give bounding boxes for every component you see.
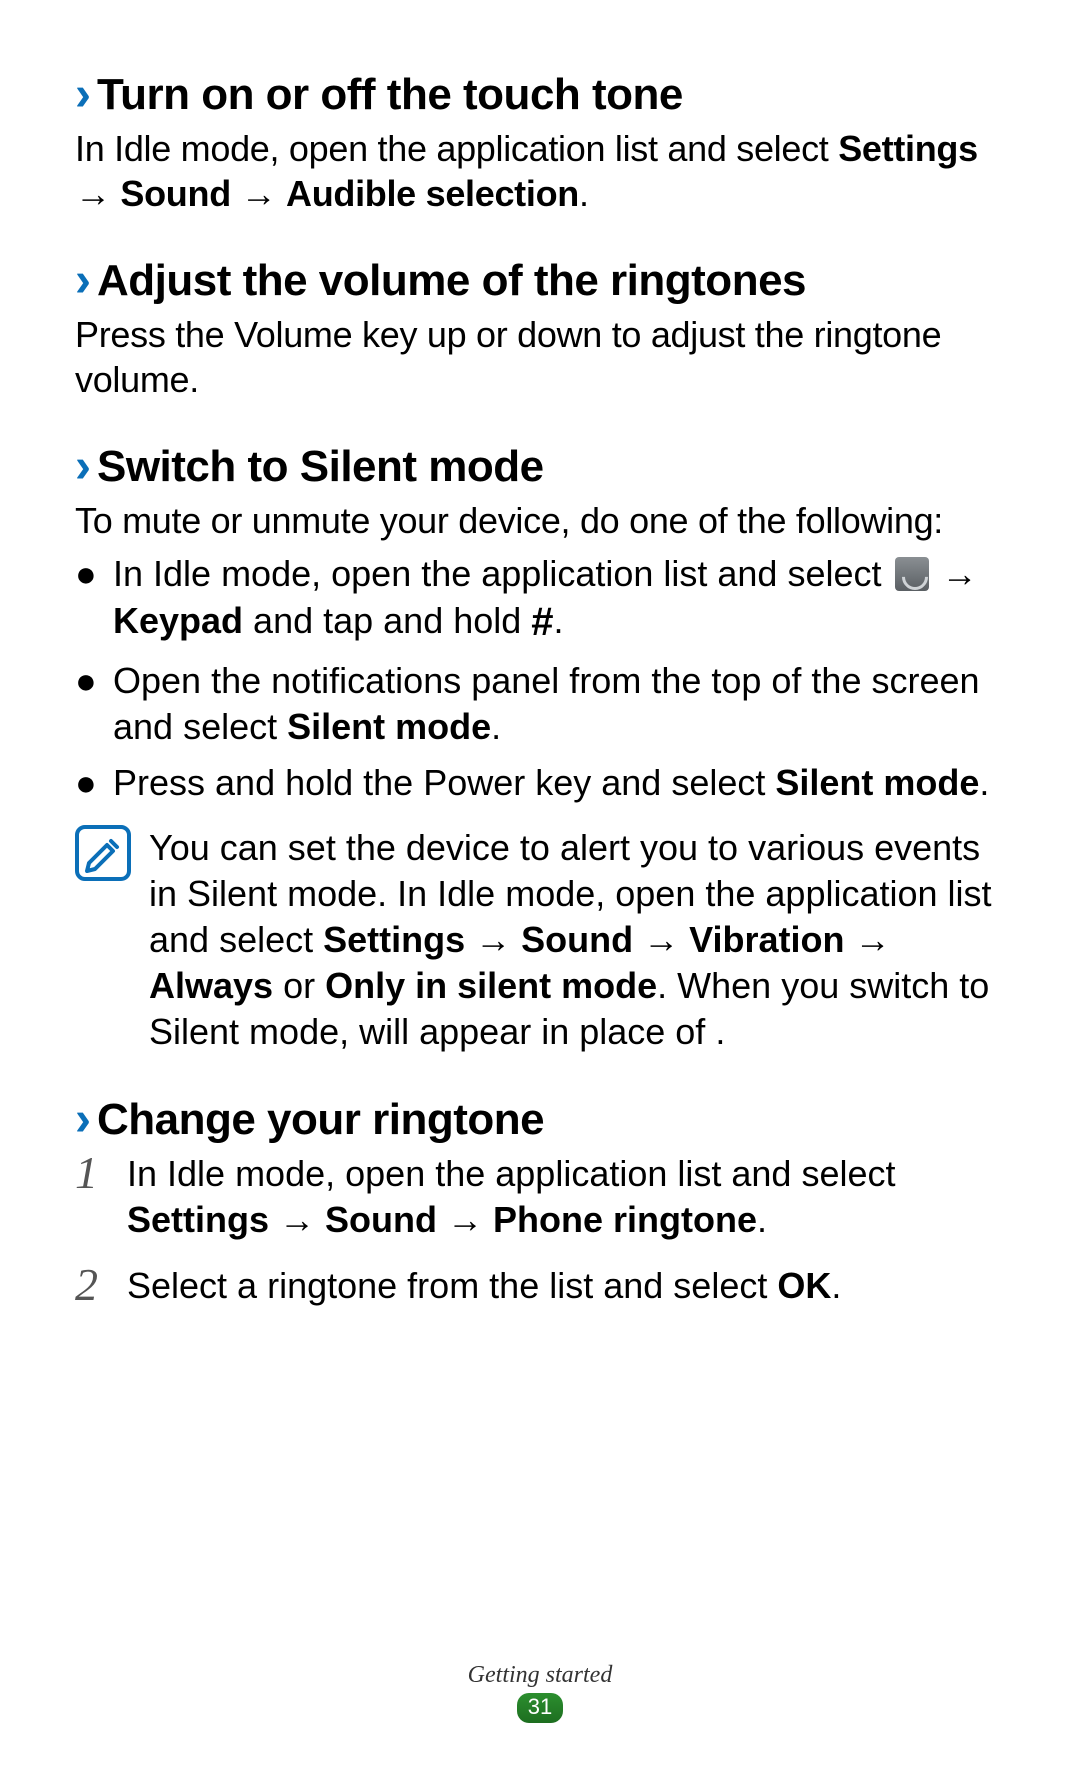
list-item: ● Open the notifications panel from the …: [75, 658, 1020, 750]
bold-text: Keypad: [113, 600, 243, 641]
list-item: 2 Select a ringtone from the list and se…: [75, 1263, 1020, 1309]
text: Press and hold the Power key and select: [113, 762, 775, 803]
intro-text: To mute or unmute your device, do one of…: [75, 498, 1020, 543]
arrow: →: [269, 1199, 325, 1240]
arrow: →: [465, 919, 521, 960]
phone-icon: [895, 557, 929, 591]
text: or: [273, 965, 325, 1006]
bold-text: Settings: [838, 128, 978, 169]
chevron-right-icon: ›: [75, 257, 91, 305]
text: .: [979, 762, 989, 803]
bold-text: Always: [149, 965, 273, 1006]
text: .: [579, 173, 589, 214]
bullet-dot: ●: [75, 658, 113, 750]
text: In Idle mode, open the application list …: [113, 553, 892, 594]
list-item: ● Press and hold the Power key and selec…: [75, 760, 1020, 806]
text: In Idle mode, open the application list …: [127, 1153, 896, 1194]
section-touch-tone: › Turn on or off the touch tone In Idle …: [75, 70, 1020, 216]
bullet-content: Press and hold the Power key and select …: [113, 760, 1020, 806]
heading: › Change your ringtone: [75, 1095, 1020, 1145]
text: and tap and hold: [243, 600, 531, 641]
footer-section-label: Getting started: [0, 1662, 1080, 1689]
bullet-list: ● In Idle mode, open the application lis…: [75, 551, 1020, 807]
list-item: ● In Idle mode, open the application lis…: [75, 551, 1020, 648]
heading-text: Switch to Silent mode: [97, 442, 544, 492]
arrow: →: [932, 553, 978, 594]
arrow: →: [633, 919, 689, 960]
page-footer: Getting started 31: [0, 1662, 1080, 1723]
page-number-badge: 31: [517, 1693, 563, 1723]
text: .: [757, 1199, 767, 1240]
text: .: [831, 1265, 841, 1306]
bold-text: Settings: [323, 919, 465, 960]
bullet-content: Open the notifications panel from the to…: [113, 658, 1020, 750]
arrow: →: [845, 919, 891, 960]
arrow: →: [437, 1199, 493, 1240]
body-text: Press the Volume key up or down to adjus…: [75, 312, 1020, 402]
bold-text: Audible selection: [286, 173, 579, 214]
heading-text: Adjust the volume of the ringtones: [97, 256, 806, 306]
bullet-content: In Idle mode, open the application list …: [113, 551, 1020, 648]
heading: › Switch to Silent mode: [75, 442, 1020, 492]
step-number: 2: [75, 1263, 127, 1309]
body-text: In Idle mode, open the application list …: [75, 126, 1020, 216]
heading-text: Change your ringtone: [97, 1095, 544, 1145]
chevron-right-icon: ›: [75, 1096, 91, 1144]
chevron-right-icon: ›: [75, 443, 91, 491]
hash-icon: #: [531, 600, 553, 644]
bold-text: Only in silent mode: [325, 965, 657, 1006]
text: Open the notifications panel from the to…: [113, 660, 980, 747]
bold-text: Vibration: [689, 919, 844, 960]
bold-text: Settings: [127, 1199, 269, 1240]
bold-text: Sound: [325, 1199, 437, 1240]
section-silent-mode: › Switch to Silent mode To mute or unmut…: [75, 442, 1020, 1055]
list-item: 1 In Idle mode, open the application lis…: [75, 1151, 1020, 1243]
arrow: →: [231, 173, 286, 214]
bold-text: OK: [777, 1265, 831, 1306]
text: Select a ringtone from the list and sele…: [127, 1265, 777, 1306]
bold-text: Sound: [521, 919, 633, 960]
note-icon: [75, 825, 131, 881]
step-content: Select a ringtone from the list and sele…: [127, 1263, 841, 1309]
section-change-ringtone: › Change your ringtone 1 In Idle mode, o…: [75, 1095, 1020, 1309]
bullet-dot: ●: [75, 760, 113, 806]
heading: › Turn on or off the touch tone: [75, 70, 1020, 120]
bold-text: Phone ringtone: [493, 1199, 757, 1240]
manual-page: › Turn on or off the touch tone In Idle …: [0, 0, 1080, 1771]
numbered-steps: 1 In Idle mode, open the application lis…: [75, 1151, 1020, 1309]
note-text: You can set the device to alert you to v…: [149, 825, 1020, 1055]
bold-text: Silent mode: [775, 762, 979, 803]
heading-text: Turn on or off the touch tone: [97, 70, 683, 120]
text: .: [491, 706, 501, 747]
section-volume: › Adjust the volume of the ringtones Pre…: [75, 256, 1020, 402]
bold-text: Silent mode: [287, 706, 491, 747]
heading: › Adjust the volume of the ringtones: [75, 256, 1020, 306]
step-content: In Idle mode, open the application list …: [127, 1151, 1020, 1243]
bullet-dot: ●: [75, 551, 113, 648]
bold-text: Sound: [120, 173, 230, 214]
chevron-right-icon: ›: [75, 71, 91, 119]
text: .: [554, 600, 564, 641]
note-block: You can set the device to alert you to v…: [75, 825, 1020, 1055]
arrow: →: [75, 173, 120, 214]
step-number: 1: [75, 1151, 127, 1243]
text: In Idle mode, open the application list …: [75, 128, 838, 169]
